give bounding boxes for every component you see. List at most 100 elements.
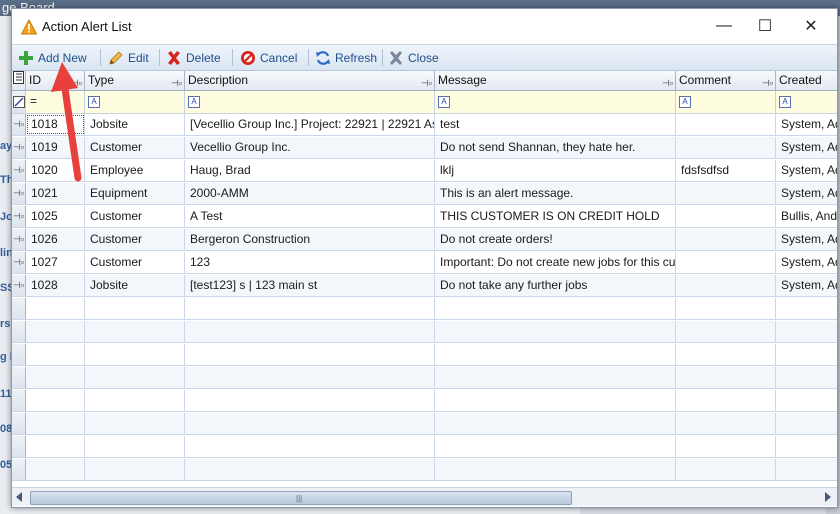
cell-type[interactable]: Equipment xyxy=(85,183,185,204)
delete-button[interactable]: Delete xyxy=(166,45,221,70)
scroll-left-arrow-icon[interactable] xyxy=(16,492,22,502)
row-selector[interactable] xyxy=(12,367,26,388)
cell-message[interactable] xyxy=(435,367,676,388)
cell-message[interactable] xyxy=(435,390,676,411)
column-header-description[interactable]: Description ⊣▫ xyxy=(185,71,435,91)
cell-comment[interactable] xyxy=(676,344,776,365)
cell-type[interactable]: Customer xyxy=(85,229,185,250)
cell-type[interactable]: Customer xyxy=(85,137,185,158)
cell-created-by[interactable] xyxy=(776,344,837,365)
minimize-button[interactable]: — xyxy=(701,9,747,43)
cell-description[interactable]: 123 xyxy=(185,252,435,273)
cell-comment[interactable] xyxy=(676,252,776,273)
cell-created-by[interactable]: System, Ad xyxy=(776,160,837,181)
table-row[interactable]: ⊣▫ 1026 Customer Bergeron Construction Do no… xyxy=(12,229,837,251)
filter-operator[interactable]: = xyxy=(30,94,37,108)
dialog-titlebar[interactable]: Action Alert List — ☐ ✕ xyxy=(12,9,837,43)
cell-comment[interactable] xyxy=(676,206,776,227)
close-button[interactable]: Close xyxy=(388,45,439,70)
cell-comment[interactable] xyxy=(676,183,776,204)
row-selector[interactable] xyxy=(12,321,26,342)
cell-description[interactable] xyxy=(185,298,435,319)
horizontal-scrollbar[interactable]: ||| xyxy=(12,487,837,506)
cell-comment[interactable] xyxy=(676,114,776,135)
cell-created-by[interactable] xyxy=(776,390,837,411)
row-selector[interactable] xyxy=(12,413,26,434)
cell-comment[interactable] xyxy=(676,321,776,342)
cell-comment[interactable] xyxy=(676,367,776,388)
empty-row[interactable] xyxy=(12,298,837,320)
cell-created-by[interactable]: System, Ad xyxy=(776,183,837,204)
cell-type[interactable]: Jobsite xyxy=(85,114,185,135)
column-header-type[interactable]: Type ⊣▫ xyxy=(85,71,185,91)
filter-cell-created-by[interactable]: A xyxy=(776,91,837,113)
cell-created-by[interactable]: System, Ad xyxy=(776,252,837,273)
cell-id[interactable]: 1028 xyxy=(26,275,85,296)
cell-type[interactable] xyxy=(85,321,185,342)
cell-message[interactable]: Do not take any further jobs xyxy=(435,275,676,296)
cell-description[interactable] xyxy=(185,436,435,457)
cell-id[interactable] xyxy=(26,390,85,411)
cell-message[interactable] xyxy=(435,321,676,342)
maximize-button[interactable]: ☐ xyxy=(742,9,788,43)
row-selector[interactable] xyxy=(12,298,26,319)
cell-type[interactable]: Employee xyxy=(85,160,185,181)
cell-created-by[interactable]: System, Ad xyxy=(776,114,837,135)
filter-operator-icon[interactable]: A xyxy=(779,96,791,108)
cell-message[interactable] xyxy=(435,344,676,365)
cell-id[interactable]: 1026 xyxy=(26,229,85,250)
cell-description[interactable] xyxy=(185,390,435,411)
cell-created-by[interactable] xyxy=(776,436,837,457)
filter-operator-icon[interactable]: A xyxy=(679,96,691,108)
row-pin-icon[interactable]: ⊣▫ xyxy=(12,229,26,250)
cell-comment[interactable] xyxy=(676,298,776,319)
empty-row[interactable] xyxy=(12,344,837,366)
cell-created-by[interactable]: Bullis, And xyxy=(776,206,837,227)
cell-id[interactable] xyxy=(26,298,85,319)
filter-cell-comment[interactable]: A xyxy=(676,91,776,113)
row-pin-icon[interactable]: ⊣▫ xyxy=(12,160,26,181)
filter-cell-description[interactable]: A xyxy=(185,91,435,113)
row-pin-icon[interactable]: ⊣▫ xyxy=(12,206,26,227)
cell-comment[interactable] xyxy=(676,390,776,411)
cell-type[interactable] xyxy=(85,436,185,457)
row-pin-icon[interactable]: ⊣▫ xyxy=(12,252,26,273)
cell-type[interactable]: Jobsite xyxy=(85,275,185,296)
row-pin-icon[interactable]: ⊣▫ xyxy=(12,183,26,204)
cell-comment[interactable] xyxy=(676,413,776,434)
cell-comment[interactable] xyxy=(676,229,776,250)
row-selector[interactable] xyxy=(12,344,26,365)
cell-description[interactable] xyxy=(185,321,435,342)
cell-created-by[interactable] xyxy=(776,321,837,342)
table-row[interactable]: ⊣▫ 1020 Employee Haug, Brad lklj fdsfsdfsd Sys… xyxy=(12,160,837,182)
empty-row[interactable] xyxy=(12,321,837,343)
cell-description[interactable]: [test123] s | 123 main st xyxy=(185,275,435,296)
refresh-button[interactable]: Refresh xyxy=(315,45,377,70)
column-header-created-by[interactable]: Created By xyxy=(776,71,837,106)
edit-button[interactable]: Edit xyxy=(108,45,149,70)
row-selector[interactable] xyxy=(12,436,26,457)
table-row[interactable]: ⊣▫ 1018 Jobsite [Vecellio Group Inc.] Proje… xyxy=(12,114,837,136)
cell-comment[interactable] xyxy=(676,275,776,296)
cell-type[interactable] xyxy=(85,459,185,480)
cell-type[interactable]: Customer xyxy=(85,252,185,273)
row-selector[interactable] xyxy=(12,390,26,411)
cell-message[interactable] xyxy=(435,413,676,434)
cancel-button[interactable]: Cancel xyxy=(240,45,297,70)
empty-row[interactable] xyxy=(12,459,837,481)
row-selector[interactable] xyxy=(12,459,26,480)
empty-row[interactable] xyxy=(12,390,837,412)
cell-message[interactable]: THIS CUSTOMER IS ON CREDIT HOLD xyxy=(435,206,676,227)
cell-created-by[interactable] xyxy=(776,459,837,480)
cell-id[interactable] xyxy=(26,321,85,342)
row-pin-icon[interactable]: ⊣▫ xyxy=(12,137,26,158)
cell-message[interactable]: Do not send Shannan, they hate her. xyxy=(435,137,676,158)
filter-operator-icon[interactable]: A xyxy=(188,96,200,108)
cell-created-by[interactable] xyxy=(776,367,837,388)
cell-comment[interactable] xyxy=(676,459,776,480)
table-row[interactable]: ⊣▫ 1021 Equipment 2000-AMM This is an alert … xyxy=(12,183,837,205)
cell-id[interactable] xyxy=(26,367,85,388)
empty-row[interactable] xyxy=(12,413,837,435)
cell-id[interactable]: 1027 xyxy=(26,252,85,273)
cell-description[interactable] xyxy=(185,344,435,365)
